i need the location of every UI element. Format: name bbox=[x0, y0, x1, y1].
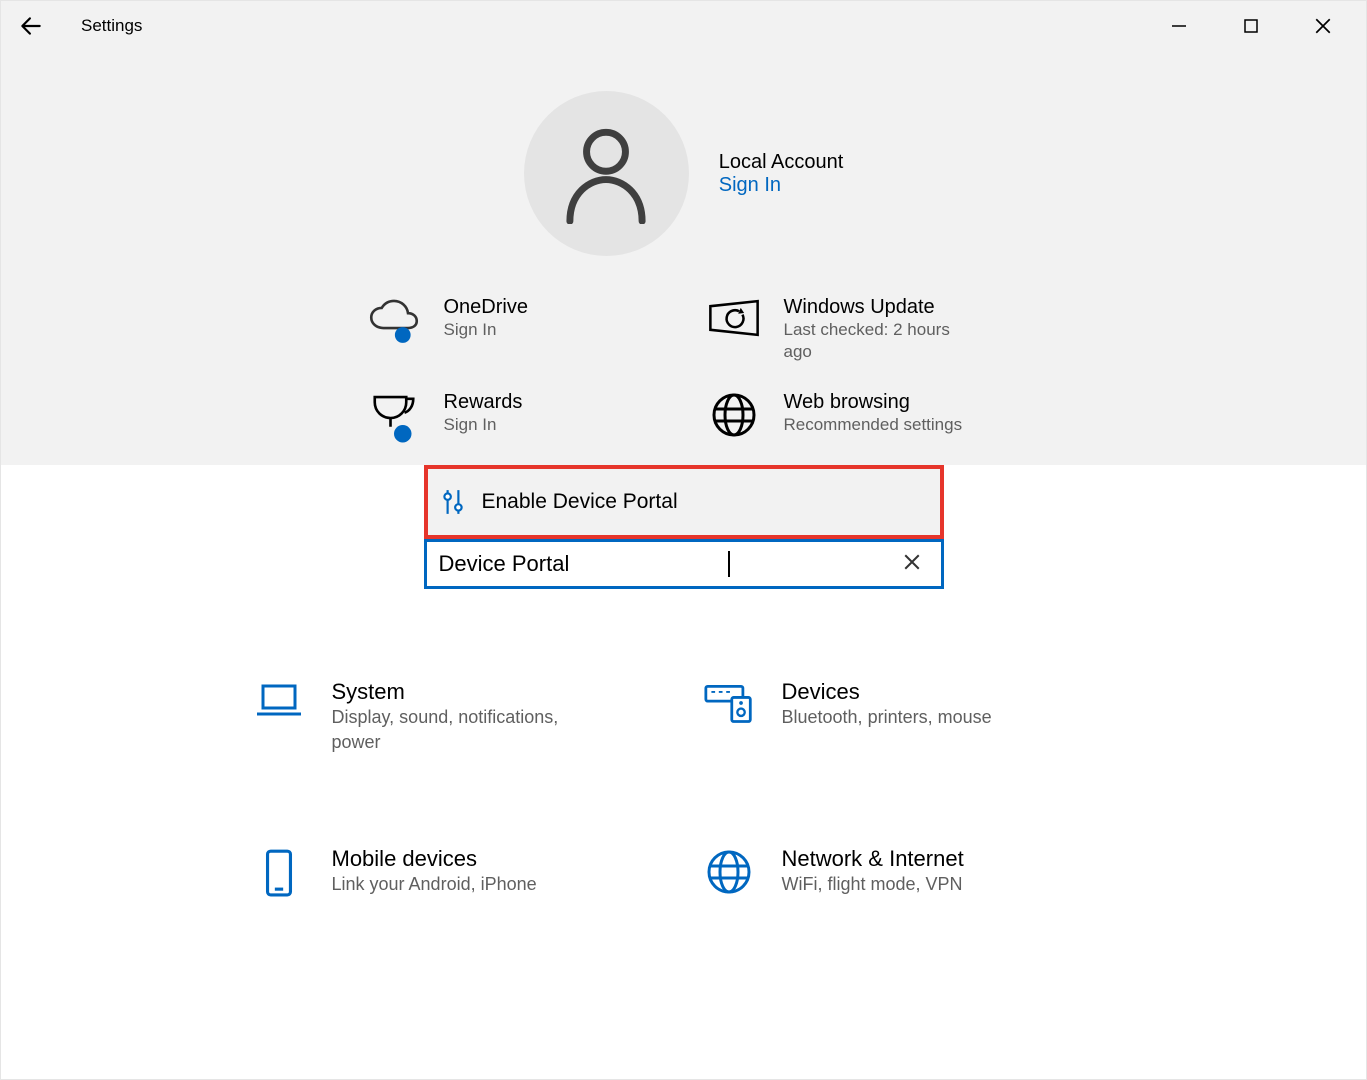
person-icon bbox=[561, 124, 651, 224]
category-devices-title: Devices bbox=[782, 679, 992, 705]
category-network-title: Network & Internet bbox=[782, 846, 964, 872]
quick-rewards[interactable]: Rewards Sign In bbox=[364, 391, 664, 445]
globe-icon bbox=[710, 391, 758, 439]
category-system-sub: Display, sound, notifications, power bbox=[332, 705, 592, 755]
quick-web-browsing[interactable]: Web browsing Recommended settings bbox=[704, 391, 1004, 445]
x-icon bbox=[903, 553, 921, 571]
network-globe-icon bbox=[705, 848, 753, 896]
category-network[interactable]: Network & Internet WiFi, flight mode, VP… bbox=[704, 846, 1114, 898]
arrow-left-icon bbox=[18, 13, 44, 39]
devices-icon bbox=[704, 681, 754, 725]
avatar[interactable] bbox=[524, 91, 689, 256]
quick-web-browsing-title: Web browsing bbox=[784, 391, 963, 414]
phone-icon bbox=[262, 848, 296, 898]
search-suggestion[interactable]: Enable Device Portal bbox=[424, 465, 944, 539]
category-devices[interactable]: Devices Bluetooth, printers, mouse bbox=[704, 679, 1114, 755]
settings-categories: System Display, sound, notifications, po… bbox=[254, 679, 1114, 897]
maximize-button[interactable] bbox=[1228, 6, 1274, 46]
quick-onedrive-sub: Sign In bbox=[444, 319, 528, 341]
account-signin-link[interactable]: Sign In bbox=[719, 174, 844, 197]
titlebar: Settings bbox=[1, 1, 1366, 51]
search-box[interactable] bbox=[424, 539, 944, 589]
quick-windows-update[interactable]: Windows Update Last checked: 2 hours ago bbox=[704, 296, 1004, 363]
maximize-icon bbox=[1243, 18, 1259, 34]
clear-search-button[interactable] bbox=[895, 547, 929, 581]
text-caret bbox=[728, 551, 730, 577]
search-suggestion-text: Enable Device Portal bbox=[482, 490, 678, 514]
onedrive-icon bbox=[366, 296, 422, 346]
quick-onedrive[interactable]: OneDrive Sign In bbox=[364, 296, 664, 363]
quick-windows-update-sub: Last checked: 2 hours ago bbox=[784, 319, 974, 363]
quick-web-browsing-sub: Recommended settings bbox=[784, 414, 963, 436]
category-mobile-title: Mobile devices bbox=[332, 846, 537, 872]
laptop-icon bbox=[255, 681, 303, 719]
quick-onedrive-title: OneDrive bbox=[444, 296, 528, 319]
search-area: Enable Device Portal bbox=[424, 465, 944, 589]
category-network-sub: WiFi, flight mode, VPN bbox=[782, 872, 964, 897]
category-system[interactable]: System Display, sound, notifications, po… bbox=[254, 679, 664, 755]
category-system-title: System bbox=[332, 679, 592, 705]
back-button[interactable] bbox=[11, 6, 51, 46]
minimize-icon bbox=[1171, 18, 1187, 34]
minimize-button[interactable] bbox=[1156, 6, 1202, 46]
close-icon bbox=[1314, 17, 1332, 35]
rewards-icon bbox=[366, 391, 422, 445]
window-title: Settings bbox=[81, 16, 142, 36]
account-type-label: Local Account bbox=[719, 151, 844, 174]
account-hero: Local Account Sign In OneDrive Sign In bbox=[1, 51, 1366, 465]
quick-rewards-title: Rewards bbox=[444, 391, 523, 414]
quick-rewards-sub: Sign In bbox=[444, 414, 523, 436]
quick-windows-update-title: Windows Update bbox=[784, 296, 974, 319]
search-input[interactable] bbox=[439, 551, 727, 577]
close-button[interactable] bbox=[1300, 6, 1346, 46]
sliders-icon bbox=[442, 488, 464, 516]
category-devices-sub: Bluetooth, printers, mouse bbox=[782, 705, 992, 730]
category-mobile-sub: Link your Android, iPhone bbox=[332, 872, 537, 897]
windows-update-icon bbox=[707, 296, 761, 340]
category-mobile[interactable]: Mobile devices Link your Android, iPhone bbox=[254, 846, 664, 898]
